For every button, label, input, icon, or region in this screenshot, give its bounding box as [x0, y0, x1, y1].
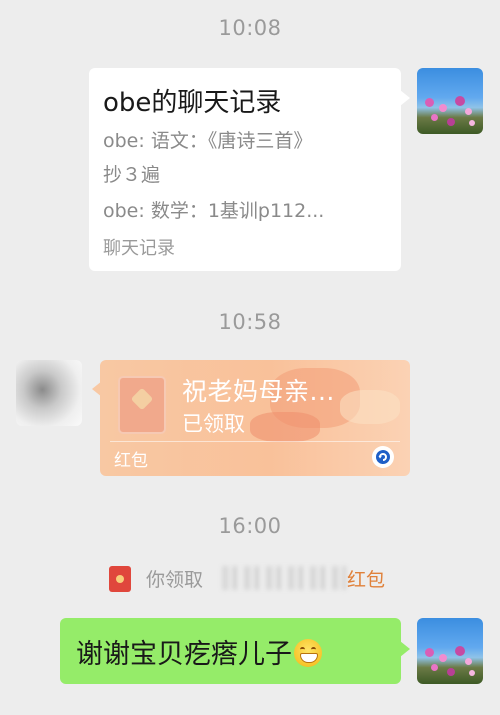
chat-record-card[interactable]: obe的聊天记录 obe: 语文：《唐诗三首》 抄３遍 obe: 数学：1基训p… — [89, 68, 410, 271]
chat-record-title: obe的聊天记录 — [103, 88, 282, 118]
red-packet-link[interactable]: 红包 — [347, 565, 385, 592]
system-notice: 你领取 红包 — [0, 564, 500, 592]
red-envelope-icon — [109, 566, 131, 592]
message-bubble[interactable]: 谢谢宝贝疙瘩儿子 — [60, 618, 410, 684]
timestamp: 10:08 — [218, 16, 282, 40]
divider — [110, 441, 400, 442]
chat-record-line: obe: 数学：1基训p112... — [103, 200, 325, 222]
decoration-shape — [340, 390, 400, 424]
red-packet-footer: 红包 — [114, 451, 148, 471]
message-text-content: 谢谢宝贝疙瘩儿子 — [76, 639, 292, 670]
blurred-name — [222, 566, 346, 590]
contact-avatar[interactable] — [16, 360, 82, 426]
chat-record-footer: 聊天记录 — [103, 238, 175, 259]
self-avatar[interactable] — [417, 68, 483, 134]
timestamp: 16:00 — [218, 514, 282, 538]
message-text: 谢谢宝贝疙瘩儿子 — [76, 632, 322, 671]
system-notice-text: 你领取 — [146, 569, 204, 591]
red-packet-status: 已领取 — [182, 412, 245, 436]
self-avatar[interactable] — [417, 618, 483, 684]
grinning-face-icon — [294, 639, 322, 667]
decoration-shape — [250, 412, 320, 442]
chat-record-line: obe: 语文：《唐诗三首》 — [103, 130, 313, 152]
timestamp: 10:58 — [218, 310, 282, 334]
refresh-arrow-icon — [372, 446, 394, 468]
red-packet-card[interactable]: 祝老妈母亲... 已领取 红包 — [100, 360, 410, 476]
red-packet-title: 祝老妈母亲... — [182, 377, 335, 406]
red-envelope-icon — [118, 376, 166, 434]
chat-record-line: 抄３遍 — [103, 164, 161, 186]
